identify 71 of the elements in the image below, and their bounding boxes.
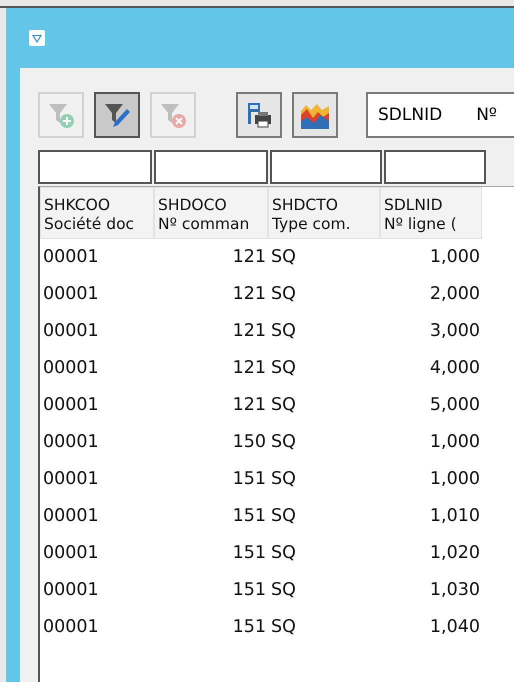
table-cell-text: 00001: [42, 616, 100, 639]
table-cell-text: 121: [232, 357, 267, 380]
table-cell-text: 1,000: [428, 468, 481, 491]
table-cell-text: SQ: [270, 505, 297, 528]
table-cell-text: SQ: [270, 542, 297, 565]
column-header[interactable]: SHDOCO Nº comman: [154, 187, 268, 239]
chart-button[interactable]: [292, 92, 338, 138]
table-cell-text: SQ: [270, 616, 297, 639]
table-cell-text: SQ: [270, 246, 297, 269]
table-cell-text: SQ: [270, 357, 297, 380]
column-description: Nº: [476, 105, 497, 125]
table-cell-text: 3,000: [428, 320, 481, 343]
table-cell-text: 00001: [42, 283, 100, 306]
filter-edit-button[interactable]: [94, 92, 140, 138]
table-cell-text: SQ: [270, 431, 297, 454]
table-cell-text: 2,000: [428, 283, 481, 306]
column-select[interactable]: SDLNID Nº: [366, 92, 514, 138]
filter-field[interactable]: [270, 150, 382, 184]
column-code: SDLNID: [378, 105, 442, 125]
app-logo-icon: [28, 29, 46, 47]
table-cell-text: SQ: [270, 468, 297, 491]
table-cell-text: 00001: [42, 579, 100, 602]
column-header[interactable]: SHDCTO Type com.: [268, 187, 380, 239]
table-cell-text: 1,030: [428, 579, 481, 602]
table-cell-text: 121: [232, 394, 267, 417]
table-cell-text: 1,020: [428, 542, 481, 565]
printer-icon: [245, 101, 273, 129]
table-cell-text: 1,010: [428, 505, 481, 528]
column-label: Nº ligne (: [384, 215, 458, 234]
table-cell-text: 151: [232, 616, 267, 639]
table-cell-text: 1,040: [428, 616, 481, 639]
column-label: Société doc: [44, 215, 136, 234]
table-cell-text: 151: [232, 505, 267, 528]
filter-remove-icon: [159, 101, 187, 129]
table-cell-text: SQ: [270, 283, 297, 306]
column-header[interactable]: SDLNID Nº ligne (: [380, 187, 482, 239]
table-cell-text: SQ: [270, 579, 297, 602]
table-cell-text: 121: [232, 283, 267, 306]
table-cell-text: 121: [232, 320, 267, 343]
table-cell-text: SQ: [270, 394, 297, 417]
print-button[interactable]: [236, 92, 282, 138]
table-cell-text: 1,000: [428, 246, 481, 269]
table-cell-text: 00001: [42, 505, 100, 528]
column-label: Nº comman: [158, 215, 250, 234]
column-label: Type com.: [272, 215, 352, 234]
filter-add-icon: [47, 101, 75, 129]
filter-field[interactable]: [384, 150, 486, 184]
table-cell-text: 151: [232, 579, 267, 602]
filter-field[interactable]: [154, 150, 268, 184]
column-code: SHDOCO: [158, 196, 228, 215]
table-cell-text: 151: [232, 542, 267, 565]
table-cell-text: 00001: [42, 246, 100, 269]
table-cell-text: 00001: [42, 431, 100, 454]
table-cell-text: 4,000: [428, 357, 481, 380]
column-code: SHDCTO: [272, 196, 339, 215]
table-cell-text: SQ: [270, 320, 297, 343]
column-code: SDLNID: [384, 196, 444, 215]
table-cell-text: 1,000: [428, 431, 481, 454]
table-cell-text: 00001: [42, 320, 100, 343]
filter-edit-icon: [103, 101, 131, 129]
table-cell-text: 00001: [42, 394, 100, 417]
table-cell-text: 00001: [42, 542, 100, 565]
column-code: SHKCOO: [44, 196, 112, 215]
filter-field[interactable]: [38, 150, 152, 184]
column-header[interactable]: SHKCOO Société doc: [40, 187, 154, 239]
table-cell-text: 5,000: [428, 394, 481, 417]
table-cell-text: 150: [232, 431, 267, 454]
table-cell-text: 00001: [42, 468, 100, 491]
table-cell-text: 151: [232, 468, 267, 491]
table-cell-text: 00001: [42, 357, 100, 380]
table-cell-text: 121: [232, 246, 267, 269]
